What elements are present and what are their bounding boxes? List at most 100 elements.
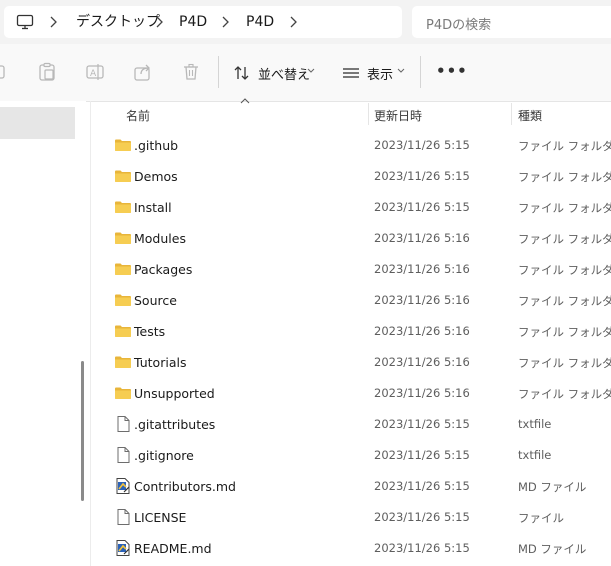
file-name: .gitignore	[134, 448, 194, 463]
folder-icon	[115, 325, 131, 337]
file-name: .gitattributes	[134, 417, 216, 432]
file-name: Packages	[134, 262, 193, 277]
file-type: ファイル フォルダー	[518, 139, 611, 153]
file-name: Demos	[134, 169, 178, 184]
file-modified: 2023/11/26 5:15	[374, 169, 470, 183]
file-type: ファイル フォルダー	[518, 201, 611, 215]
sort-icon	[234, 66, 249, 80]
breadcrumb-p4d-current[interactable]: P4D	[246, 13, 274, 31]
toolbar-separator	[218, 56, 219, 88]
chevron-right-icon[interactable]	[288, 15, 298, 29]
file-type: MD ファイル	[518, 542, 587, 556]
file-modified: 2023/11/26 5:16	[374, 355, 470, 369]
file-modified: 2023/11/26 5:15	[374, 200, 470, 214]
file-modified: 2023/11/26 5:15	[374, 510, 470, 524]
file-name: LICENSE	[134, 510, 187, 525]
folder-icon	[115, 139, 131, 151]
folder-icon	[115, 387, 131, 399]
markdown-file-icon	[116, 540, 130, 556]
file-row[interactable]: README.md 2023/11/26 5:15 MD ファイル	[108, 533, 611, 564]
folder-icon	[115, 263, 131, 275]
file-icon	[117, 509, 130, 525]
column-divider[interactable]	[368, 103, 369, 125]
chevron-right-icon[interactable]	[220, 15, 230, 29]
nav-scrollbar[interactable]	[81, 361, 84, 501]
cut-icon[interactable]	[0, 62, 8, 82]
delete-icon[interactable]	[181, 62, 201, 82]
view-button[interactable]: 表示	[342, 60, 408, 86]
nav-selected-item[interactable]	[0, 107, 75, 139]
file-name: Contributors.md	[134, 479, 236, 494]
view-label: 表示	[367, 68, 394, 83]
file-name: Source	[134, 293, 177, 308]
breadcrumb-desktop[interactable]: デスクトップ	[76, 13, 160, 31]
search-input[interactable]: P4Dの検索	[426, 14, 491, 33]
file-row[interactable]: Contributors.md 2023/11/26 5:15 MD ファイル	[108, 471, 611, 502]
file-name: Unsupported	[134, 386, 215, 401]
file-type: ファイル フォルダー	[518, 232, 611, 246]
file-type: txtfile	[518, 417, 552, 431]
file-type: ファイル フォルダー	[518, 387, 611, 401]
folder-icon	[115, 294, 131, 306]
file-row[interactable]: Modules 2023/11/26 5:16 ファイル フォルダー	[108, 223, 611, 254]
pane-divider[interactable]	[90, 101, 91, 566]
column-modified[interactable]: 更新日時	[374, 107, 422, 124]
file-row[interactable]: Unsupported 2023/11/26 5:16 ファイル フォルダー	[108, 378, 611, 409]
rename-icon[interactable]: A	[85, 62, 105, 82]
file-row[interactable]: .gitignore 2023/11/26 5:15 txtfile	[108, 440, 611, 471]
folder-icon	[115, 170, 131, 182]
file-name: Tutorials	[134, 355, 187, 370]
paste-icon[interactable]	[37, 62, 57, 82]
toolbar-separator	[420, 56, 421, 88]
file-row[interactable]: .github 2023/11/26 5:15 ファイル フォルダー	[108, 130, 611, 161]
folder-icon	[115, 356, 131, 368]
column-type[interactable]: 種類	[518, 107, 542, 124]
file-name: .github	[134, 138, 179, 153]
file-row[interactable]: Tutorials 2023/11/26 5:16 ファイル フォルダー	[108, 347, 611, 378]
command-bar: A 並べ替え 表示	[0, 44, 611, 102]
file-row[interactable]: Install 2023/11/26 5:15 ファイル フォルダー	[108, 192, 611, 223]
file-name: Install	[134, 200, 172, 215]
svg-text:A: A	[90, 69, 97, 79]
address-bar[interactable]: デスクトップ P4D P4D	[4, 6, 402, 38]
file-row[interactable]: Tests 2023/11/26 5:16 ファイル フォルダー	[108, 316, 611, 347]
navigation-pane	[0, 101, 86, 566]
search-box[interactable]: P4Dの検索	[412, 6, 611, 38]
column-name[interactable]: 名前	[126, 107, 150, 124]
file-modified: 2023/11/26 5:15	[374, 479, 470, 493]
chevron-right-icon[interactable]	[154, 15, 164, 29]
file-type: ファイル フォルダー	[518, 325, 611, 339]
column-divider[interactable]	[511, 103, 512, 125]
folder-icon	[115, 232, 131, 244]
file-type: MD ファイル	[518, 480, 587, 494]
file-name: README.md	[134, 541, 212, 556]
file-modified: 2023/11/26 5:16	[374, 293, 470, 307]
more-options-button[interactable]: •••	[436, 62, 468, 80]
sort-button[interactable]: 並べ替え	[233, 60, 318, 86]
file-modified: 2023/11/26 5:16	[374, 386, 470, 400]
file-row[interactable]: Demos 2023/11/26 5:15 ファイル フォルダー	[108, 161, 611, 192]
file-row[interactable]: Source 2023/11/26 5:16 ファイル フォルダー	[108, 285, 611, 316]
file-row[interactable]: .gitattributes 2023/11/26 5:15 txtfile	[108, 409, 611, 440]
file-icon	[117, 416, 130, 432]
file-type: ファイル フォルダー	[518, 356, 611, 370]
chevron-down-icon	[307, 68, 315, 73]
address-row: デスクトップ P4D P4D P4Dの検索	[0, 0, 611, 44]
file-type: ファイル フォルダー	[518, 263, 611, 277]
file-name: Modules	[134, 231, 186, 246]
file-row[interactable]: Packages 2023/11/26 5:16 ファイル フォルダー	[108, 254, 611, 285]
column-header: 名前 更新日時 種類	[91, 101, 611, 127]
file-type: ファイル フォルダー	[518, 170, 611, 184]
file-modified: 2023/11/26 5:16	[374, 231, 470, 245]
file-type: ファイル	[518, 511, 564, 525]
file-modified: 2023/11/26 5:15	[374, 417, 470, 431]
breadcrumb-p4d[interactable]: P4D	[179, 13, 207, 31]
file-modified: 2023/11/26 5:15	[374, 138, 470, 152]
file-type: ファイル フォルダー	[518, 294, 611, 308]
file-modified: 2023/11/26 5:15	[374, 541, 470, 555]
file-type: txtfile	[518, 448, 552, 462]
file-row[interactable]: LICENSE 2023/11/26 5:15 ファイル	[108, 502, 611, 533]
markdown-file-icon	[116, 478, 130, 494]
chevron-right-icon[interactable]	[48, 15, 58, 29]
share-icon[interactable]	[133, 62, 153, 82]
